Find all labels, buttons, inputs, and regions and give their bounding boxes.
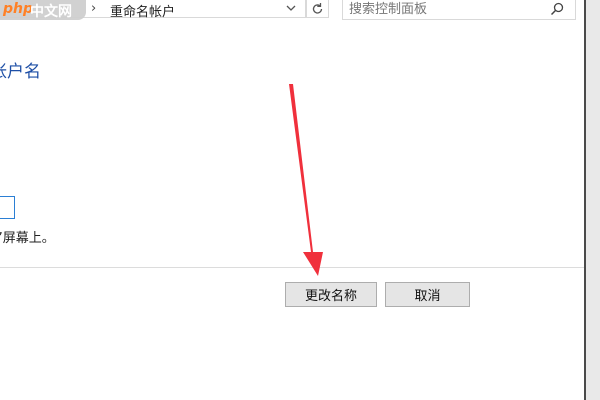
search-box[interactable] bbox=[342, 0, 576, 20]
chevron-down-icon[interactable] bbox=[284, 0, 298, 20]
window-edge bbox=[584, 0, 600, 400]
refresh-button[interactable] bbox=[306, 0, 329, 18]
watermark-logo: php bbox=[3, 1, 34, 17]
red-arrow-annotation bbox=[289, 84, 323, 276]
change-name-button[interactable]: 更改名称 bbox=[285, 282, 377, 307]
breadcrumb-current[interactable]: 重命名帐户 bbox=[110, 1, 175, 20]
page-title: 帐户名 bbox=[0, 62, 41, 82]
arrow-shape bbox=[289, 84, 323, 276]
address-bar: › 重命名帐户 bbox=[0, 0, 600, 20]
new-account-name-input[interactable] bbox=[0, 196, 15, 219]
php-watermark-logo: php 中文网 bbox=[0, 0, 86, 20]
refresh-icon bbox=[311, 1, 324, 16]
window-border bbox=[584, 0, 586, 400]
divider bbox=[0, 267, 584, 268]
search-icon[interactable] bbox=[549, 1, 565, 17]
search-input[interactable] bbox=[349, 0, 539, 18]
cancel-button[interactable]: 取消 bbox=[385, 282, 470, 307]
breadcrumb-separator: › bbox=[91, 1, 97, 16]
watermark-logo-cn: 中文网 bbox=[30, 4, 72, 20]
hint-text: ”屏幕上。 bbox=[0, 231, 55, 246]
